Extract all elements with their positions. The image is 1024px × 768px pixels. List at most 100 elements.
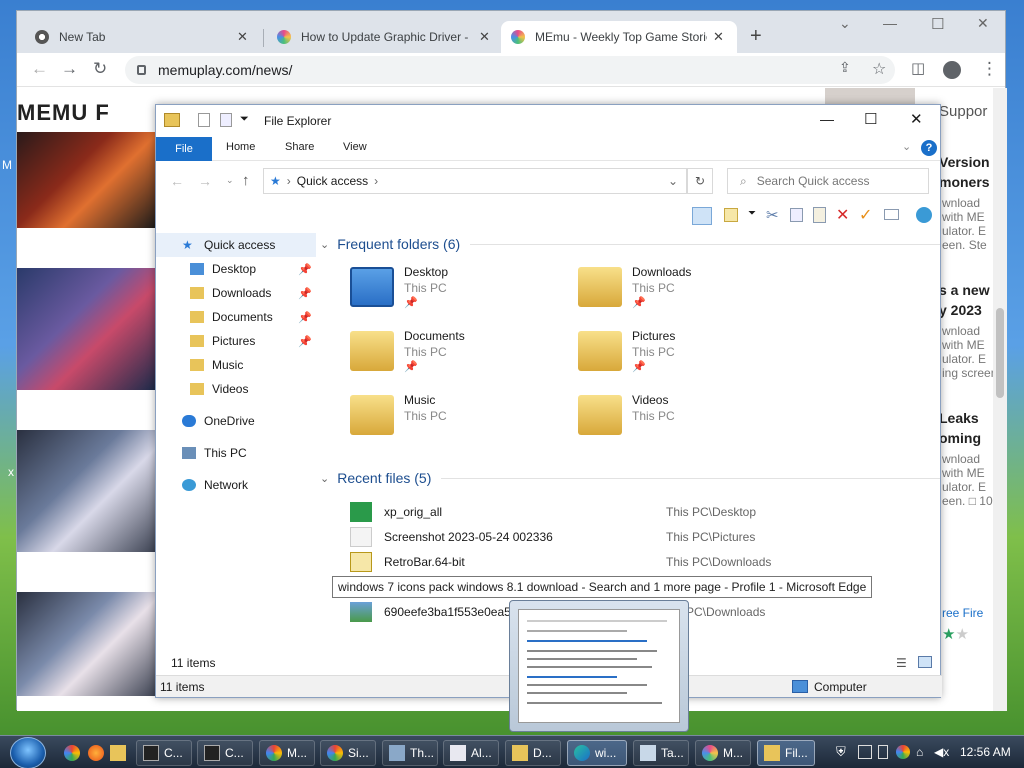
minimize-button[interactable]: — [883,15,897,31]
ribbon-tab-share[interactable]: Share [285,141,314,153]
close-icon[interactable]: ✕ [237,29,248,45]
folder-tile-documents[interactable]: Documents This PC 📌 [320,327,540,383]
news-thumbnail[interactable] [17,430,157,552]
dropdown-icon[interactable]: ⌄ [668,174,678,188]
nav-videos[interactable]: Videos [156,377,316,401]
properties-icon[interactable] [916,207,932,223]
nav-this-pc[interactable]: This PC [156,441,316,465]
scrollbar-thumb[interactable] [996,308,1004,398]
recent-locations-icon[interactable]: ⌄ [226,175,234,186]
taskbar-button-edge[interactable]: wi... [567,740,627,766]
recent-file-item[interactable]: xp_orig_all This PC\Desktop [320,500,940,525]
nav-network[interactable]: Network [156,473,316,497]
taskbar-button-al[interactable]: Al... [443,740,499,766]
folder-tile-pictures[interactable]: Pictures This PC 📌 [548,327,768,383]
close-icon[interactable]: ✕ [713,29,724,45]
recent-file-item[interactable]: RetroBar.64-bit This PC\Downloads [320,550,940,575]
paste-icon[interactable] [813,207,826,223]
tab-search-icon[interactable]: ⌄ [839,15,851,32]
close-window-button[interactable]: ✕ [977,15,989,32]
device-icon[interactable] [878,745,888,759]
taskbar-button-chrome[interactable]: Si... [320,740,376,766]
address-bar[interactable]: ★ › Quick access › ⌄ [263,168,687,194]
help-icon[interactable]: ? [921,140,937,156]
folder-icon[interactable] [110,745,126,761]
nav-documents[interactable]: Documents 📌 [156,305,316,329]
profile-avatar[interactable] [943,61,961,79]
folder-tile-desktop[interactable]: Desktop This PC 📌 [320,263,540,319]
taskbar-button-7zip-2[interactable]: C... [197,740,253,766]
expand-ribbon-icon[interactable]: ⌄ [902,140,911,153]
tab-new-tab[interactable]: New Tab ✕ [25,21,258,53]
customize-icon[interactable]: ⏷ [240,113,249,126]
back-icon[interactable]: ← [170,173,184,189]
taskbar-button-memu-2[interactable]: M... [695,740,751,766]
folder-tile-videos[interactable]: Videos This PC [548,391,768,447]
menu-icon[interactable]: ⋮ [981,59,998,79]
share-icon[interactable]: ⇪ [839,59,851,76]
tab-graphic-driver[interactable]: How to Update Graphic Driver - ✕ [267,21,500,53]
nav-onedrive[interactable]: OneDrive [156,409,316,433]
start-button[interactable] [10,737,46,768]
clock[interactable]: 12:56 AM [960,745,1011,759]
taskbar-button-d[interactable]: D... [505,740,561,766]
forward-icon[interactable]: → [198,173,212,189]
news-thumbnail[interactable] [17,268,157,390]
large-icons-view-icon[interactable] [918,656,932,668]
address-bar[interactable]: memuplay.com/news/ [125,56,895,84]
delete-icon[interactable]: ✕ [836,205,849,225]
reload-icon[interactable]: ↻ [93,59,107,79]
chrome-icon[interactable] [64,745,80,761]
dropdown-icon[interactable]: ⏷ [748,208,756,219]
back-icon[interactable]: ← [31,59,48,79]
search-input[interactable]: ⌕ Search Quick access [727,168,929,194]
up-icon[interactable]: ↑ [242,172,250,189]
ribbon-tab-file[interactable]: File [156,137,212,161]
recent-file-item[interactable]: Screenshot 2023-05-24 002336 This PC\Pic… [320,525,940,550]
nav-desktop[interactable]: Desktop 📌 [156,257,316,281]
taskbar-button-th[interactable]: Th... [382,740,438,766]
rename-icon[interactable] [884,209,899,220]
ribbon-tab-home[interactable]: Home [226,141,255,153]
volume-muted-icon[interactable]: ◀x [934,745,949,759]
properties-icon[interactable] [198,113,210,127]
firefox-icon[interactable] [88,745,104,761]
new-item-icon[interactable] [724,208,738,222]
refresh-icon[interactable]: ↻ [687,168,713,194]
taskbar-thumbnail-preview[interactable] [509,600,689,732]
ribbon-tab-view[interactable]: View [343,141,367,153]
security-icon[interactable]: ⛨ [836,745,850,759]
cut-icon[interactable]: ✂ [766,206,779,224]
taskbar-button-ta[interactable]: Ta... [633,740,689,766]
folder-tile-music[interactable]: Music This PC [320,391,540,447]
maximize-button[interactable]: ☐ [864,110,877,128]
folder-tile-downloads[interactable]: Downloads This PC 📌 [548,263,768,319]
close-icon[interactable]: ✕ [479,29,490,45]
checkmark-icon[interactable]: ✓ [859,205,872,225]
recent-files-header[interactable]: ⌄ Recent files (5) [320,467,940,489]
chrome-tray-icon[interactable] [896,745,910,759]
notification-icon[interactable] [858,745,872,759]
network-icon[interactable]: ⌂ [916,745,930,759]
taskbar-button-7zip-1[interactable]: C... [136,740,192,766]
tab-memu-news[interactable]: MEmu - Weekly Top Game Stories ✕ [501,21,737,53]
news-thumbnail[interactable] [17,132,157,228]
taskbar-button-file-explorer[interactable]: Fil... [757,740,815,766]
preview-pane-icon[interactable] [692,207,712,225]
page-scrollbar[interactable] [993,88,1007,711]
minimize-button[interactable]: — [820,111,834,127]
side-panel-icon[interactable]: ◫ [911,59,925,77]
nav-music[interactable]: Music [156,353,316,377]
nav-pictures[interactable]: Pictures 📌 [156,329,316,353]
forward-icon[interactable]: → [61,59,78,79]
maximize-button[interactable]: ☐ [931,15,944,33]
nav-quick-access[interactable]: ★ Quick access [156,233,316,257]
nav-downloads[interactable]: Downloads 📌 [156,281,316,305]
new-tab-button[interactable]: + [750,25,762,48]
bookmark-star-icon[interactable]: ☆ [872,59,886,79]
news-thumbnail[interactable] [17,592,157,696]
site-logo[interactable]: MEMU F [17,100,110,126]
details-view-icon[interactable]: ☰ [896,656,907,670]
copy-icon[interactable] [790,208,803,222]
taskbar-button-memu[interactable]: M... [259,740,315,766]
